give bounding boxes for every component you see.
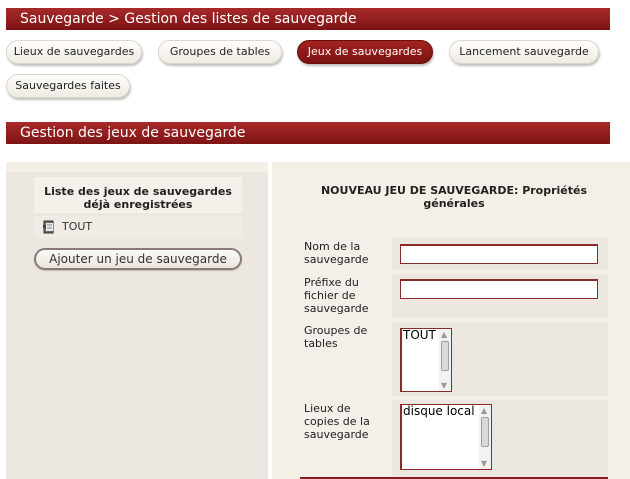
locations-field-cell: disque local ▲ ▼ [392,400,608,479]
form-header: NOUVEAU JEU DE SAUVEGARDE: Propriétés gé… [320,184,588,210]
prefix-input[interactable] [400,279,598,299]
scroll-thumb[interactable] [441,341,449,371]
prefix-label: Préfixe du fichier de sauvegarde [300,274,390,318]
section-title-bar: Gestion des jeux de sauvegarde [6,122,610,144]
saved-sets-header: Liste des jeux de sauvegardes déjà enreg… [34,177,242,213]
tab-lancement-sauvegarde[interactable]: Lancement sauvegarde [449,40,599,64]
list-item[interactable]: TOUT [34,216,242,238]
locations-listbox[interactable]: disque local ▲ ▼ [400,404,492,470]
name-field-cell [392,238,608,270]
new-set-form-panel: NOUVEAU JEU DE SAUVEGARDE: Propriétés gé… [272,172,630,479]
panel-strip-left [6,162,268,172]
groups-scrollbar[interactable]: ▲ ▼ [439,329,451,391]
book-icon [42,220,56,234]
saved-sets-panel: Liste des jeux de sauvegardes déjà enreg… [6,172,268,479]
panel-strip-right [272,162,630,172]
add-backup-set-button[interactable]: Ajouter un jeu de sauvegarde [34,248,242,270]
tab-groupes-de-tables[interactable]: Groupes de tables [158,40,282,64]
scroll-down-icon[interactable]: ▼ [441,381,447,390]
locations-label: Lieux de copies de la sauvegarde [300,400,390,474]
scroll-up-icon[interactable]: ▲ [481,406,487,415]
name-input[interactable] [400,244,598,264]
name-label: Nom de la sauvegarde [300,238,390,270]
breadcrumb: Sauvegarde > Gestion des listes de sauve… [20,11,357,27]
tab-lieux-de-sauvegardes[interactable]: Lieux de sauvegardes [6,40,142,64]
scroll-thumb[interactable] [481,417,489,447]
groups-option[interactable]: TOUT [403,329,436,342]
scroll-down-icon[interactable]: ▼ [481,459,487,468]
list-item-label: TOUT [62,220,93,233]
locations-scrollbar[interactable]: ▲ ▼ [479,405,491,469]
tab-jeux-de-sauvegardes[interactable]: Jeux de sauvegardes [297,40,433,64]
locations-option[interactable]: disque local [403,405,475,418]
groups-field-cell: TOUT ▲ ▼ [392,322,608,396]
prefix-field-cell [392,274,608,318]
section-title: Gestion des jeux de sauvegarde [20,125,246,141]
scroll-up-icon[interactable]: ▲ [441,330,447,339]
breadcrumb-bar: Sauvegarde > Gestion des listes de sauve… [6,8,610,30]
groups-label: Groupes de tables [300,322,390,396]
groups-listbox[interactable]: TOUT ▲ ▼ [400,328,452,392]
tab-sauvegardes-faites[interactable]: Sauvegardes faites [6,74,130,98]
